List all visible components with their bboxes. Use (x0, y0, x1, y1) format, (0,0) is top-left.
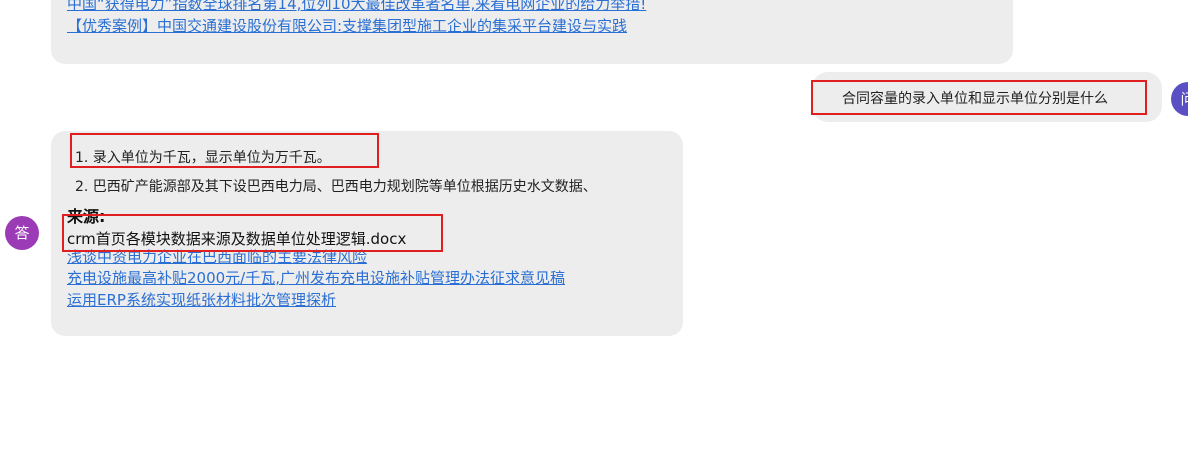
answer-bubble: 1. 录入单位为千瓦，显示单位为万千瓦。 2. 巴西矿产能源部及其下设巴西电力局… (51, 131, 683, 336)
related-link[interactable]: 中国“获得电力”指数全球排名第14,位列10大最佳改革者名单,来看电网企业的给力… (67, 0, 646, 15)
source-title: 来源: (67, 207, 106, 226)
answer-line-1: 1. 录入单位为千瓦，显示单位为万千瓦。 (75, 150, 331, 166)
source-file-link[interactable]: crm首页各模块数据来源及数据单位处理逻辑.docx (67, 229, 406, 249)
related-link[interactable]: 【优秀案例】中国交通建设股份有限公司:支撑集团型施工企业的集采平台建设与实践 (67, 16, 627, 37)
answer-line-2: 2. 巴西矿产能源部及其下设巴西电力局、巴西电力规划院等单位根据历史水文数据、 (75, 179, 597, 195)
user-message-bubble: 合同容量的录入单位和显示单位分别是什么 (812, 72, 1162, 122)
assistant-answer-avatar-icon: 答 (5, 216, 39, 250)
related-link[interactable]: 充电设施最高补贴2000元/千瓦,广州发布充电设施补贴管理办法征求意见稿 (67, 268, 565, 289)
user-message-text: 合同容量的录入单位和显示单位分别是什么 (842, 91, 1108, 107)
related-link[interactable]: 运用ERP系统实现纸张材料批次管理探析 (67, 290, 336, 311)
user-question-avatar-icon: 问 (1171, 82, 1188, 116)
related-link[interactable]: 浅谈中资电力企业在巴西面临的主要法律风险 (67, 247, 367, 268)
previous-answer-bubble: 中国“获得电力”指数全球排名第14,位列10大最佳改革者名单,来看电网企业的给力… (51, 0, 1013, 64)
